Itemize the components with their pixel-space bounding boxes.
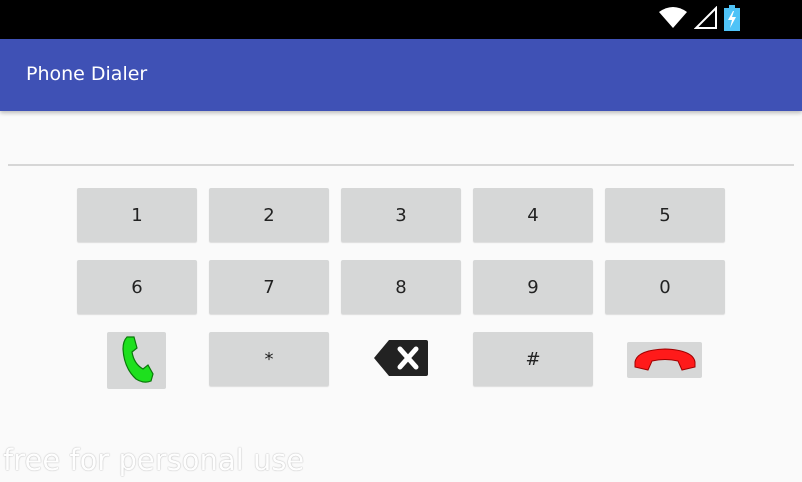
key-2[interactable]: 2 xyxy=(209,188,329,242)
key-8[interactable]: 8 xyxy=(341,260,461,314)
key-6[interactable]: 6 xyxy=(77,260,197,314)
battery-charging-icon xyxy=(724,5,740,35)
key-5[interactable]: 5 xyxy=(605,188,725,242)
key-3[interactable]: 3 xyxy=(341,188,461,242)
phone-dialer-screen: Phone Dialer 1 2 3 4 5 6 7 8 9 0 * # fre… xyxy=(0,0,802,482)
status-icons xyxy=(658,5,740,35)
status-bar xyxy=(0,0,802,39)
app-title: Phone Dialer xyxy=(26,63,148,85)
key-4[interactable]: 4 xyxy=(473,188,593,242)
key-7[interactable]: 7 xyxy=(209,260,329,314)
key-1[interactable]: 1 xyxy=(77,188,197,242)
key-0[interactable]: 0 xyxy=(605,260,725,314)
phone-hangup-icon xyxy=(633,344,697,376)
hangup-button[interactable] xyxy=(627,342,702,378)
key-9[interactable]: 9 xyxy=(473,260,593,314)
app-bar: Phone Dialer xyxy=(0,39,802,111)
wifi-icon xyxy=(658,6,688,34)
key-star[interactable]: * xyxy=(209,332,329,386)
watermark-text: free for personal use xyxy=(3,443,305,477)
key-hash[interactable]: # xyxy=(473,332,593,386)
phone-number-input[interactable] xyxy=(8,118,794,166)
backspace-button[interactable] xyxy=(372,340,429,380)
cell-signal-icon xyxy=(693,5,718,34)
phone-call-icon xyxy=(120,334,154,388)
backspace-icon xyxy=(373,339,429,381)
call-button[interactable] xyxy=(107,332,166,389)
